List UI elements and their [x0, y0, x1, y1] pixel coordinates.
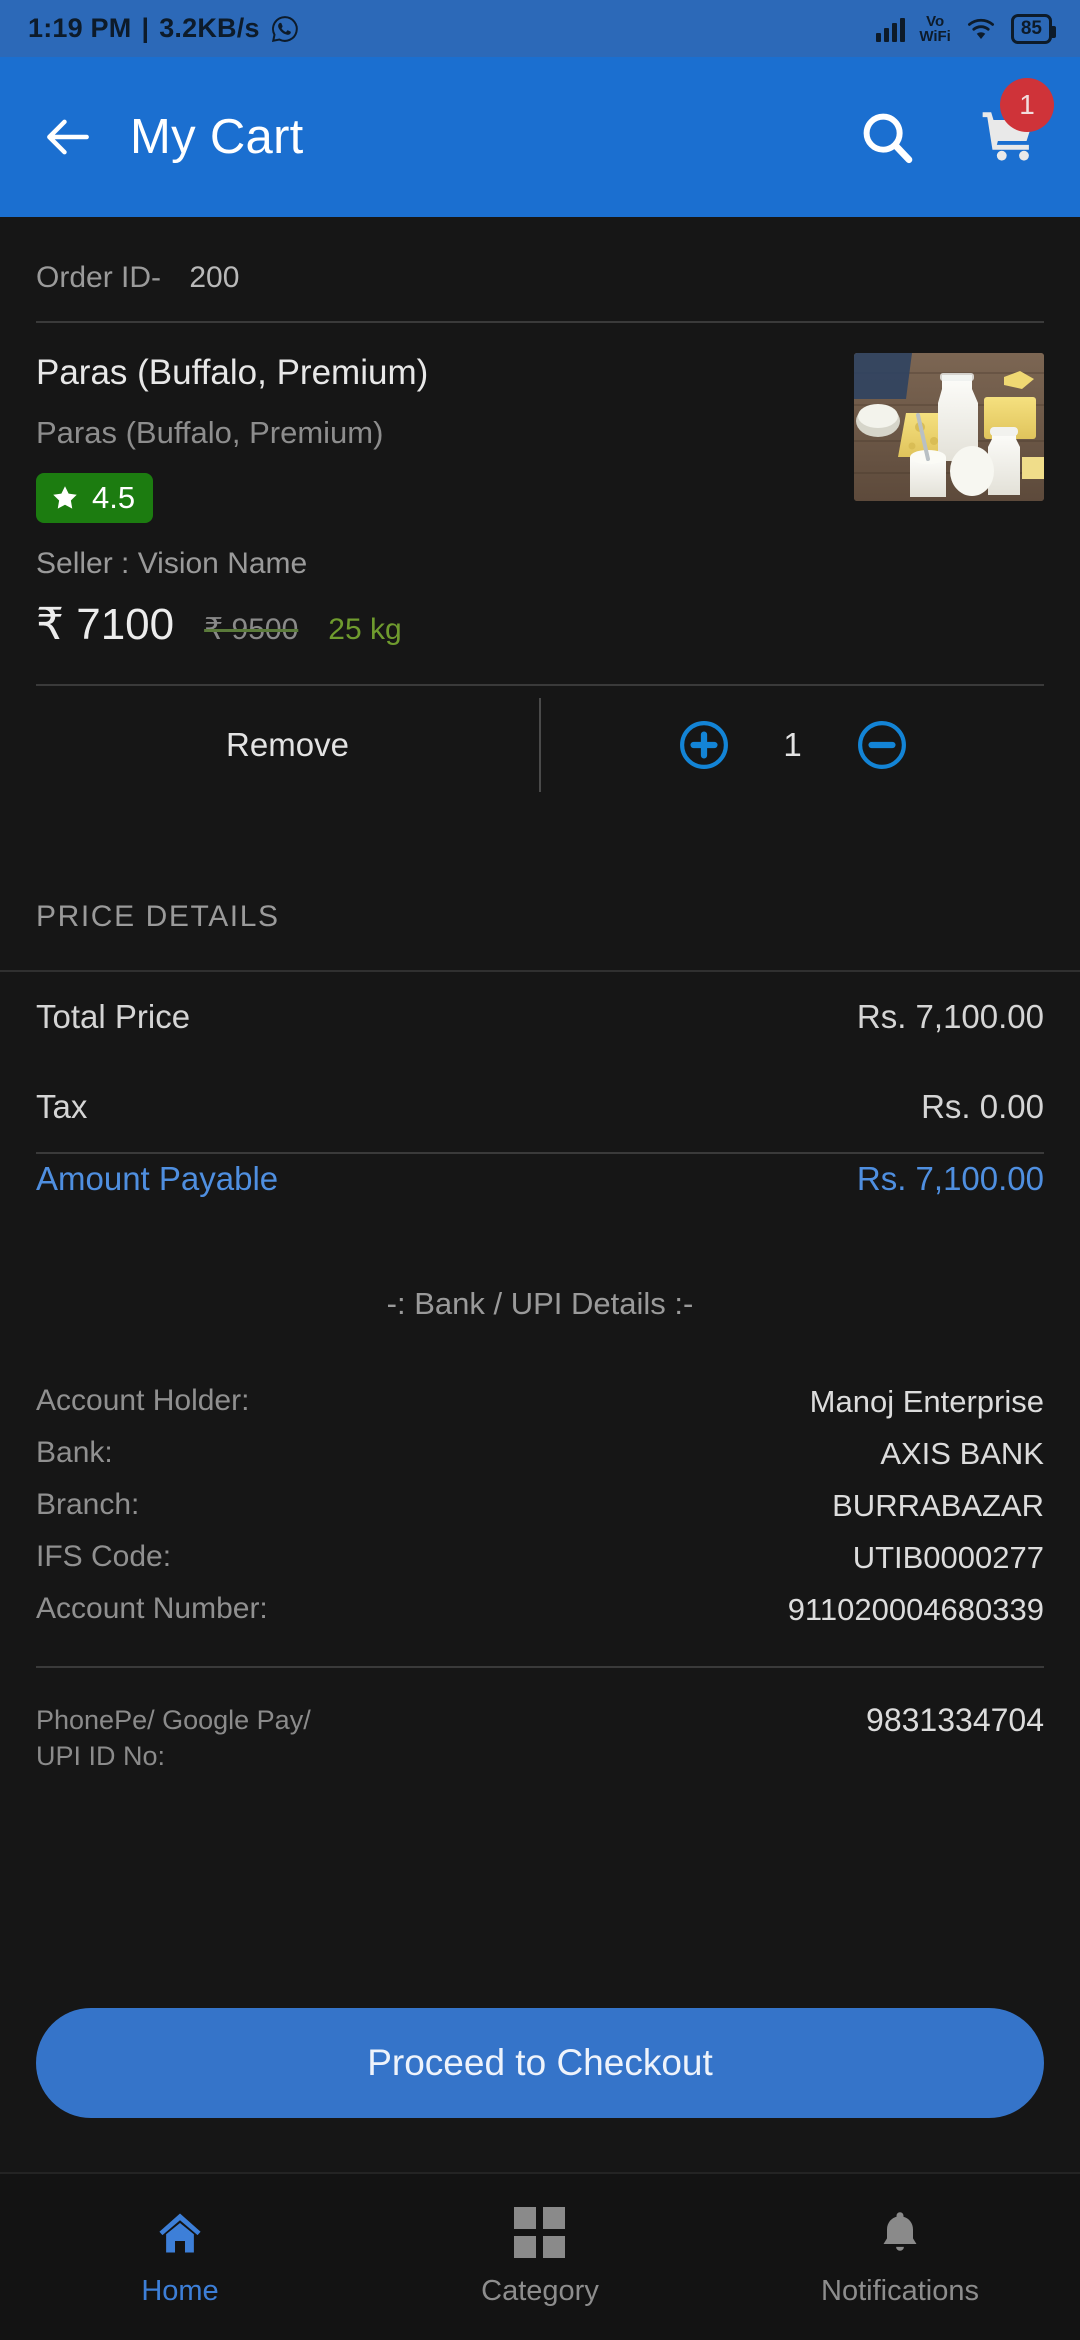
bank-details-rows: Account Holder: Manoj Enterprise Bank: A… — [0, 1376, 1080, 1636]
status-bar: 1:19 PM | 3.2KB/s Vo WiFi 85 — [0, 0, 1080, 57]
cart-item-actions: Remove 1 — [36, 684, 1044, 804]
rating-badge: 4.5 — [36, 473, 154, 523]
signal-bars-icon — [876, 16, 906, 42]
battery-indicator: 85 — [1010, 13, 1057, 44]
row-label: IFS Code: — [36, 1540, 172, 1573]
product-price: ₹ 7100 — [36, 600, 175, 649]
table-row: Account Holder: Manoj Enterprise — [36, 1376, 1044, 1428]
star-icon — [53, 486, 77, 509]
status-bar-right: Vo WiFi 85 — [876, 13, 1057, 44]
checkout-label: Proceed to Checkout — [367, 2042, 713, 2083]
network-speed: 3.2KB/s — [159, 13, 260, 43]
nav-item-notifications[interactable]: Notifications — [720, 2207, 1080, 2308]
row-value: BURRABAZAR — [832, 1488, 1044, 1523]
nav-label-notifications: Notifications — [821, 2274, 979, 2307]
cart-badge: 1 — [1000, 77, 1054, 132]
status-separator: | — [141, 13, 150, 43]
product-title: Paras (Buffalo, Premium) — [36, 353, 429, 392]
volte-wifi-indicator: Vo WiFi — [919, 14, 951, 44]
dairy-products-image — [854, 353, 1044, 501]
proceed-to-checkout-button[interactable]: Proceed to Checkout — [36, 2008, 1044, 2118]
product-mrp: ₹ 9500 — [204, 613, 299, 646]
table-row: Total Price Rs. 7,100.00 — [36, 972, 1044, 1062]
app-bar: My Cart 1 — [0, 57, 1080, 217]
product-seller: Seller : Vision Name — [36, 547, 308, 580]
page-title: My Cart — [130, 110, 304, 164]
quantity-stepper: 1 — [541, 686, 1044, 804]
order-id-row: Order ID- 200 — [0, 217, 1080, 321]
wifi-label: WiFi — [919, 27, 951, 45]
row-value: Rs. 7,100.00 — [856, 998, 1044, 1035]
quantity-value: 1 — [783, 726, 802, 763]
row-value: AXIS BANK — [880, 1436, 1044, 1471]
row-value: Rs. 0.00 — [921, 1088, 1044, 1125]
row-value: UTIB0000277 — [852, 1540, 1044, 1575]
amount-payable-row: Amount Payable Rs. 7,100.00 — [36, 1152, 1044, 1224]
nav-item-home[interactable]: Home — [0, 2207, 360, 2308]
row-label: Account Number: — [36, 1592, 268, 1625]
row-value: 911020004680339 — [787, 1592, 1044, 1627]
remove-label: Remove — [226, 726, 349, 763]
row-label: Bank: — [36, 1436, 113, 1469]
row-label: Tax — [36, 1088, 88, 1125]
row-label: Account Holder: — [36, 1384, 250, 1417]
table-row: Branch: BURRABAZAR — [36, 1480, 1044, 1532]
table-row: Tax Rs. 0.00 — [36, 1062, 1044, 1152]
cart-content: Order ID- 200 Paras (Buffalo, Premium) P… — [0, 217, 1080, 1775]
order-id-value: 200 — [189, 261, 240, 294]
price-details-rows: Total Price Rs. 7,100.00 Tax Rs. 0.00 — [0, 972, 1080, 1152]
price-row: ₹ 7100 ₹ 9500 25 kg — [36, 599, 834, 650]
table-row: Bank: AXIS BANK — [36, 1428, 1044, 1480]
nav-item-category[interactable]: Category — [360, 2206, 720, 2308]
whatsapp-icon — [271, 15, 298, 42]
row-value: Manoj Enterprise — [809, 1384, 1044, 1419]
amount-payable-wrap: Amount Payable Rs. 7,100.00 — [0, 1152, 1080, 1224]
amount-payable-label: Amount Payable — [36, 1160, 279, 1197]
product-thumbnail[interactable] — [854, 353, 1044, 501]
bottom-navigation: Home Category Notifications — [0, 2172, 1080, 2340]
status-bar-left: 1:19 PM | 3.2KB/s — [28, 13, 300, 44]
nav-label-category: Category — [481, 2274, 599, 2307]
upi-row: PhonePe/ Google Pay/ UPI ID No: 98313347… — [0, 1668, 1080, 1775]
upi-label-line2: UPI ID No: — [36, 1741, 166, 1772]
product-subtitle: Paras (Buffalo, Premium) — [36, 415, 384, 450]
price-details-heading: PRICE DETAILS — [36, 900, 280, 933]
upi-label-line1: PhonePe/ Google Pay/ — [36, 1705, 311, 1735]
nav-label-home: Home — [141, 2274, 219, 2307]
cart-item-info: Paras (Buffalo, Premium) Paras (Buffalo,… — [36, 353, 834, 650]
minus-circle-icon[interactable] — [857, 720, 907, 770]
upi-value: 9831334704 — [866, 1702, 1044, 1738]
row-label: Branch: — [36, 1488, 140, 1521]
battery-level: 85 — [1020, 17, 1042, 39]
product-weight: 25 kg — [328, 613, 402, 646]
bank-details-heading: -: Bank / UPI Details :- — [386, 1286, 694, 1321]
cart-button[interactable]: 1 — [978, 77, 1054, 171]
cart-item[interactable]: Paras (Buffalo, Premium) Paras (Buffalo,… — [0, 323, 1080, 650]
wifi-icon — [967, 18, 994, 39]
app-screen: 1:19 PM | 3.2KB/s Vo WiFi 85 My Cart 1 O… — [0, 0, 1080, 2340]
checkout-wrap: Proceed to Checkout — [0, 2008, 1080, 2118]
plus-circle-icon[interactable] — [679, 720, 729, 770]
row-label: Total Price — [36, 998, 191, 1035]
order-id-label: Order ID- — [36, 261, 162, 294]
back-arrow-icon[interactable] — [40, 109, 96, 165]
grid-icon — [514, 2206, 566, 2259]
table-row: IFS Code: UTIB0000277 — [36, 1532, 1044, 1584]
search-icon[interactable] — [856, 106, 918, 168]
bell-icon — [883, 2211, 917, 2251]
upi-label: PhonePe/ Google Pay/ UPI ID No: — [36, 1702, 311, 1775]
amount-payable-value: Rs. 7,100.00 — [856, 1160, 1044, 1197]
status-time: 1:19 PM — [28, 13, 132, 43]
home-icon — [159, 2213, 201, 2252]
section-gap — [0, 804, 1080, 860]
vo-label: Vo — [926, 12, 945, 30]
table-row: Account Number: 911020004680339 — [36, 1584, 1044, 1636]
remove-button[interactable]: Remove — [36, 686, 539, 804]
rating-value: 4.5 — [92, 480, 136, 515]
